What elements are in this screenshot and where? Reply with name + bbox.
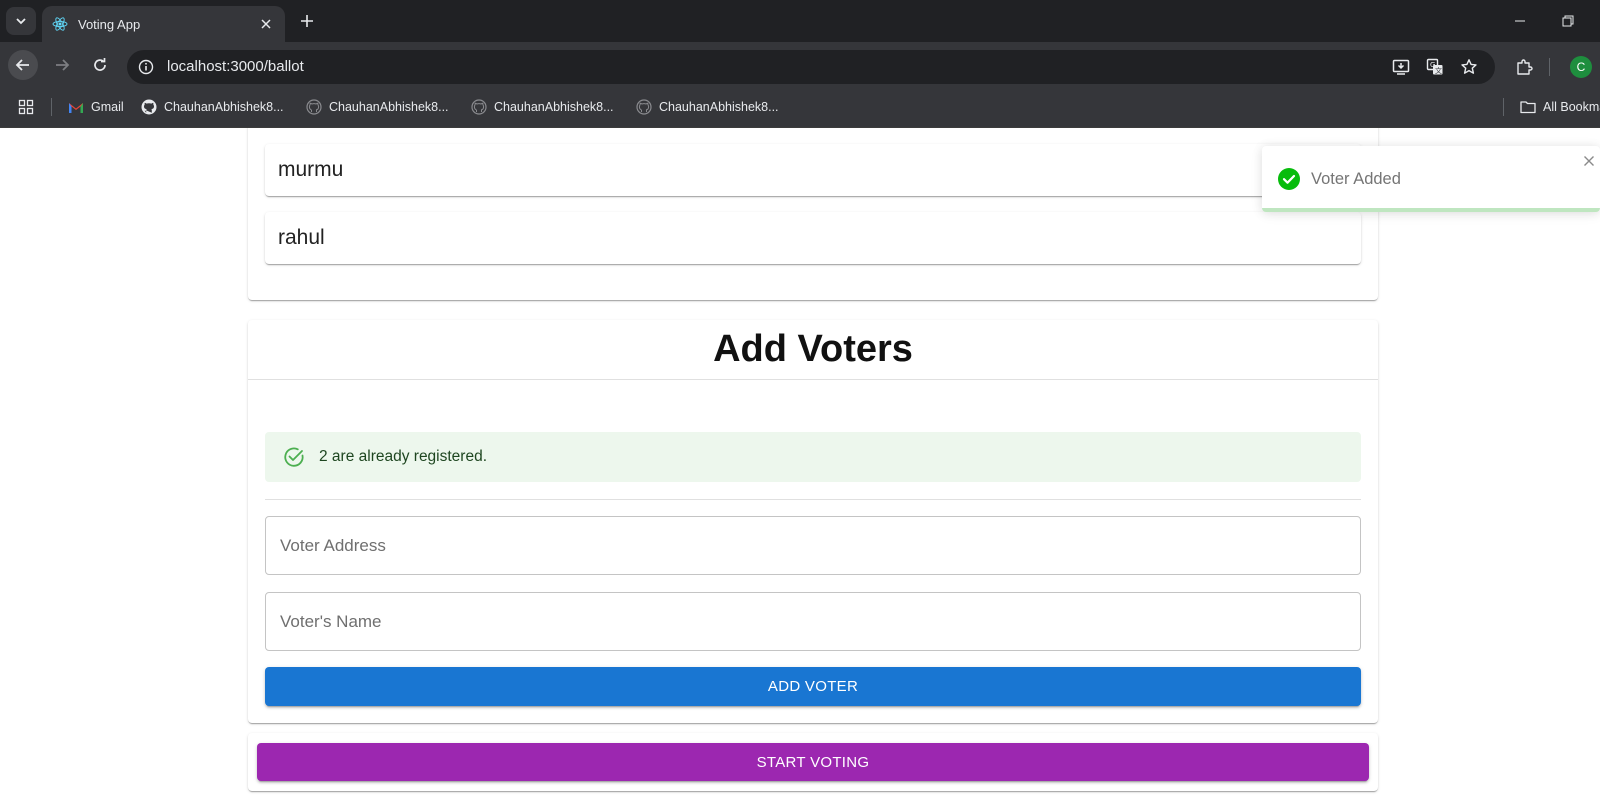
github-icon (306, 99, 322, 115)
bookmark-label: ChauhanAbhishek8... (494, 100, 614, 114)
minimize-icon (1515, 20, 1525, 22)
chevron-down-icon (16, 18, 26, 25)
success-check-icon (1278, 168, 1300, 190)
bookmark-gmail[interactable]: Gmail (68, 96, 124, 118)
toast-message: Voter Added (1311, 170, 1401, 188)
all-bookmarks-label: All Bookmarks (1543, 100, 1600, 114)
bookmark-label: Gmail (91, 100, 124, 114)
bookmark-star-icon[interactable] (1457, 55, 1481, 79)
tab-title: Voting App (78, 16, 141, 32)
start-voting-button[interactable]: START VOTING (257, 743, 1369, 781)
candidate-item[interactable]: rahul (265, 212, 1361, 264)
tab-voting-app[interactable]: Voting App (42, 6, 285, 42)
restore-button[interactable] (1556, 9, 1580, 33)
reload-icon (94, 58, 106, 71)
github-icon (471, 99, 487, 115)
minimize-button[interactable] (1508, 9, 1532, 33)
bookmark-github-4[interactable]: ChauhanAbhishek8... (636, 96, 779, 118)
check-circle-outline-icon (283, 446, 305, 468)
url-text[interactable]: localhost:3000/ballot (167, 58, 304, 75)
bookmark-github-1[interactable]: ChauhanAbhishek8... (141, 96, 284, 118)
address-bar[interactable] (127, 50, 1495, 84)
apps-grid-icon (18, 99, 34, 115)
add-voters-card: Add Voters 2 are already registered. ADD… (248, 320, 1378, 723)
alert-text: 2 are already registered. (319, 448, 488, 465)
close-tab-icon[interactable] (257, 15, 275, 33)
restore-icon (1562, 15, 1574, 27)
arrow-left-icon (15, 59, 29, 71)
github-icon (141, 99, 157, 115)
candidates-card: murmu rahul (248, 128, 1378, 300)
close-toast-icon[interactable] (1582, 154, 1596, 168)
page-viewport: murmu rahul Add Voters 2 are already reg… (0, 128, 1600, 805)
add-voter-button[interactable]: ADD VOTER (265, 667, 1361, 706)
all-bookmarks-button[interactable]: All Bookmarks (1520, 96, 1600, 118)
voter-address-field[interactable] (265, 516, 1361, 575)
arrow-right-icon (56, 59, 70, 71)
install-app-icon[interactable] (1389, 55, 1413, 79)
registered-alert: 2 are already registered. (265, 432, 1361, 482)
github-icon (636, 99, 652, 115)
toast-notification[interactable]: Voter Added (1262, 146, 1600, 212)
add-voters-title: Add Voters (248, 320, 1378, 380)
site-info-icon[interactable] (134, 56, 158, 78)
bookmark-github-2[interactable]: ChauhanAbhishek8... (306, 96, 449, 118)
plus-icon (301, 15, 313, 27)
bookmarks-separator (1503, 98, 1504, 116)
gmail-icon (68, 99, 84, 115)
bookmark-label: ChauhanAbhishek8... (329, 100, 449, 114)
new-tab-button[interactable] (296, 10, 318, 32)
tab-strip: Voting App (0, 0, 1600, 42)
voter-name-input[interactable] (266, 593, 1360, 650)
bookmark-label: ChauhanAbhishek8... (164, 100, 284, 114)
bookmark-label: ChauhanAbhishek8... (659, 100, 779, 114)
toast-progress-bar (1262, 208, 1600, 212)
svg-text:文: 文 (1435, 66, 1442, 75)
reload-button[interactable] (85, 50, 115, 80)
start-voting-card: START VOTING (248, 733, 1378, 791)
voter-address-input[interactable] (266, 517, 1360, 574)
translate-icon[interactable]: G文 (1423, 55, 1447, 79)
forward-button[interactable] (47, 50, 77, 80)
section-divider (265, 499, 1361, 500)
voter-name-field[interactable] (265, 592, 1361, 651)
tab-search-button[interactable] (6, 7, 36, 35)
apps-button[interactable] (18, 96, 41, 118)
extensions-icon[interactable] (1512, 55, 1536, 79)
toolbar-divider (1549, 58, 1550, 76)
candidate-item[interactable]: murmu (265, 144, 1361, 196)
bookmarks-separator (51, 98, 52, 116)
react-icon (52, 16, 68, 32)
back-button[interactable] (8, 50, 38, 80)
folder-icon (1520, 99, 1536, 115)
bookmark-github-3[interactable]: ChauhanAbhishek8... (471, 96, 614, 118)
profile-avatar[interactable]: C (1570, 56, 1592, 78)
